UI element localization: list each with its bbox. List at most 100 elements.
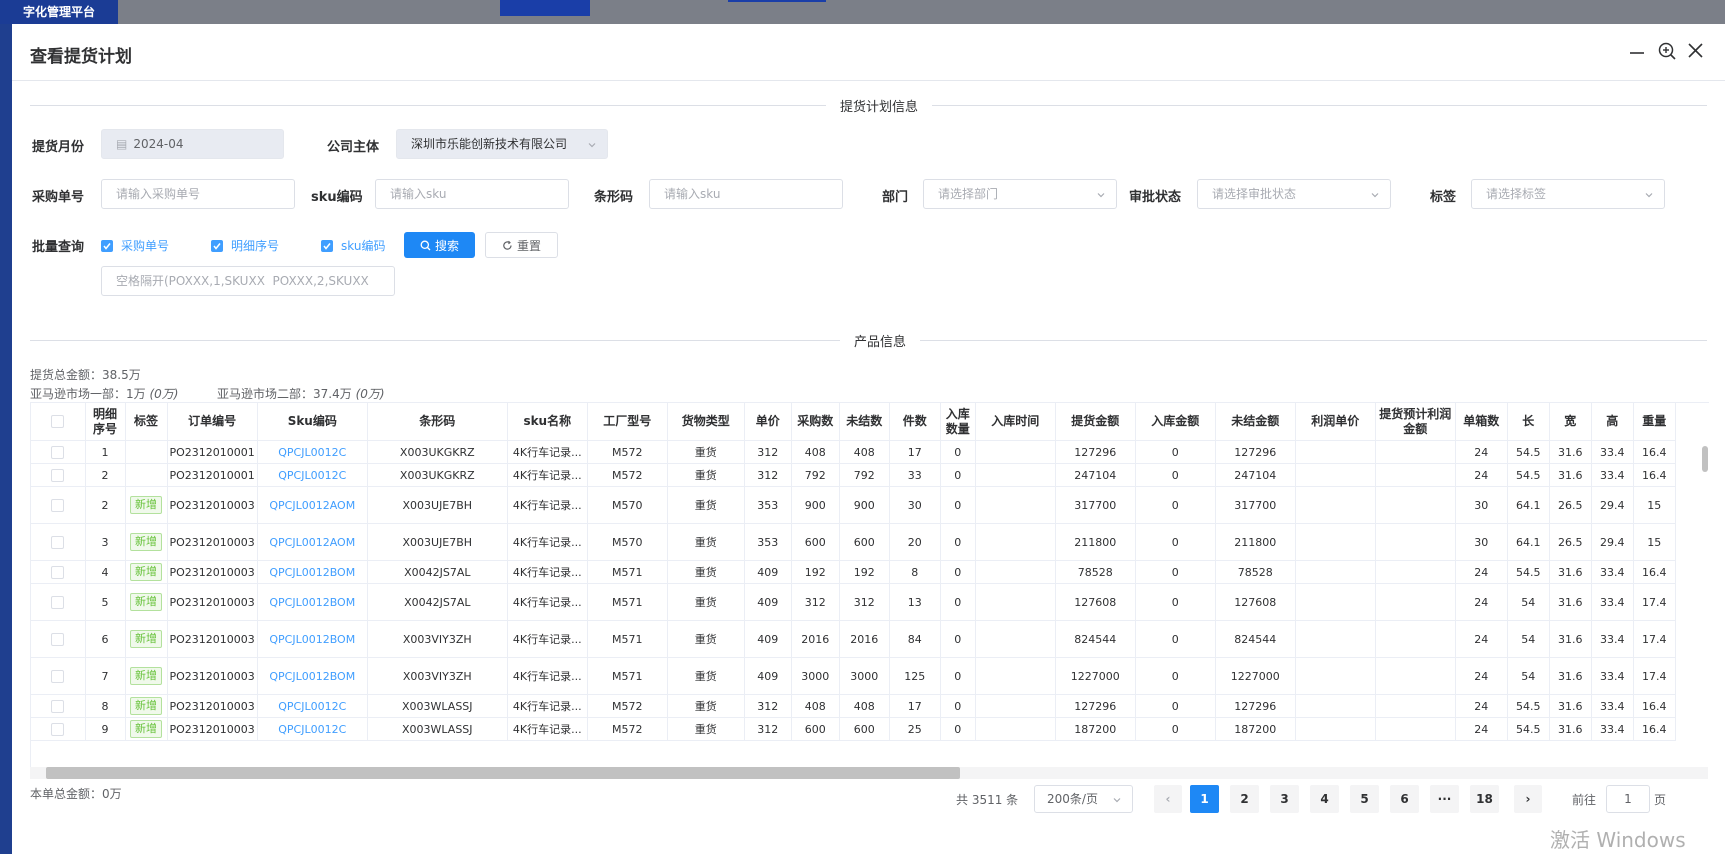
barcode-label: 条形码 xyxy=(594,190,634,205)
row-checkbox[interactable] xyxy=(31,694,86,718)
scrollbar-thumb[interactable] xyxy=(46,767,960,779)
sku-link[interactable]: QPCJL0012AOM xyxy=(257,486,368,524)
checkbox-sku[interactable]: sku编码 xyxy=(321,237,385,254)
table-row[interactable]: 4 新增 PO2312010003 QPCJL0012BOM X0042JS7AL 4K行… xyxy=(31,560,1676,584)
checkbox-icon[interactable] xyxy=(51,595,65,609)
checkbox-icon[interactable] xyxy=(51,445,65,459)
checkbox-icon[interactable] xyxy=(51,468,65,482)
search-button-label: 搜索 xyxy=(434,238,459,253)
column-header: 重量 xyxy=(1633,403,1676,441)
po-input[interactable] xyxy=(101,179,295,209)
sku-input-field[interactable] xyxy=(390,187,568,201)
table-cell: 0 xyxy=(940,694,976,718)
checkbox-checked-icon xyxy=(321,239,333,252)
sku-link[interactable]: QPCJL0012BOM xyxy=(257,620,368,658)
column-header: Sku编码 xyxy=(257,403,368,441)
table-row[interactable]: 8 新增 PO2312010003 QPCJL0012C X003WLASSJ 4K行车记… xyxy=(31,694,1676,718)
row-checkbox[interactable] xyxy=(31,620,86,658)
reset-button[interactable]: 重置 xyxy=(485,232,558,258)
dept-select[interactable]: 请选择部门 xyxy=(923,179,1117,209)
sku-link[interactable]: QPCJL0012C xyxy=(257,694,368,718)
checkbox-icon[interactable] xyxy=(51,498,65,512)
select-all-checkbox[interactable] xyxy=(31,403,86,441)
checkbox-icon[interactable] xyxy=(51,722,65,736)
table-row[interactable]: 2 PO2312010001 QPCJL0012C X003UKGKRZ 4K行车记录.… xyxy=(31,463,1676,487)
table-cell: 312 xyxy=(744,717,792,741)
page-button[interactable]: 3 xyxy=(1270,785,1299,813)
row-checkbox[interactable] xyxy=(31,560,86,584)
checkbox-icon[interactable] xyxy=(51,632,65,646)
approval-select[interactable]: 请选择审批状态 xyxy=(1197,179,1391,209)
table-cell: 84 xyxy=(889,620,941,658)
minimize-icon[interactable] xyxy=(1626,40,1648,62)
close-icon[interactable] xyxy=(1685,40,1707,62)
tag-select[interactable]: 请选择标签 xyxy=(1471,179,1665,209)
barcode-input[interactable] xyxy=(649,179,843,209)
table-cell: 312 xyxy=(839,583,890,621)
page-size-select[interactable]: 200条/页 xyxy=(1034,785,1133,813)
batch-input-field[interactable] xyxy=(116,274,394,288)
checkbox-icon[interactable] xyxy=(51,415,65,428)
row-checkbox[interactable] xyxy=(31,717,86,741)
row-checkbox[interactable] xyxy=(31,440,86,464)
checkbox-po[interactable]: 采购单号 xyxy=(101,237,169,254)
table-row[interactable]: 2 新增 PO2312010003 QPCJL0012AOM X003UJE7BH 4K行… xyxy=(31,486,1676,524)
sku-input[interactable] xyxy=(375,179,569,209)
sku-link[interactable]: QPCJL0012C xyxy=(257,463,368,487)
sku-link[interactable]: QPCJL0012BOM xyxy=(257,583,368,621)
table-cell: 408 xyxy=(839,694,890,718)
table-cell: M572 xyxy=(587,463,668,487)
table-cell: 1227000 xyxy=(1215,657,1296,695)
search-button[interactable]: 搜索 xyxy=(404,232,475,258)
batch-input[interactable] xyxy=(101,266,395,296)
sku-link[interactable]: QPCJL0012C xyxy=(257,440,368,464)
table-row[interactable]: 5 新增 PO2312010003 QPCJL0012BOM X0042JS7AL 4K行… xyxy=(31,583,1676,621)
po-input-field[interactable] xyxy=(116,187,294,201)
page-button[interactable]: 4 xyxy=(1310,785,1339,813)
checkbox-icon[interactable] xyxy=(51,535,65,549)
row-checkbox[interactable] xyxy=(31,486,86,524)
table-cell: 4K行车记录... xyxy=(507,620,588,658)
table-cell: 78528 xyxy=(1055,560,1136,584)
checkbox-icon[interactable] xyxy=(51,669,65,683)
table-cell: 重货 xyxy=(667,657,745,695)
table-cell: 54.5 xyxy=(1507,560,1550,584)
goto-page-input[interactable]: 1 xyxy=(1606,785,1650,813)
table-cell: M570 xyxy=(587,486,668,524)
sku-link[interactable]: QPCJL0012BOM xyxy=(257,560,368,584)
row-checkbox[interactable] xyxy=(31,523,86,561)
table-cell: 24 xyxy=(1455,440,1508,464)
table-row[interactable]: 7 新增 PO2312010003 QPCJL0012BOM X003VIY3ZH 4K行… xyxy=(31,657,1676,695)
page-button[interactable]: 2 xyxy=(1230,785,1259,813)
page-button[interactable]: 6 xyxy=(1390,785,1419,813)
sku-link[interactable]: QPCJL0012C xyxy=(257,717,368,741)
table-cell: 4K行车记录... xyxy=(507,440,588,464)
table-cell: 0 xyxy=(1135,657,1216,695)
table-vertical-scrollbar[interactable] xyxy=(1702,446,1708,472)
table-row[interactable]: 6 新增 PO2312010003 QPCJL0012BOM X003VIY3ZH 4K行… xyxy=(31,620,1676,658)
checkbox-detail[interactable]: 明细序号 xyxy=(211,237,279,254)
next-page-button[interactable]: › xyxy=(1514,785,1542,813)
table-cell: 247104 xyxy=(1055,463,1136,487)
table-cell: 33 xyxy=(889,463,941,487)
table-row[interactable]: 9 新增 PO2312010003 QPCJL0012C X003WLASSJ 4K行车记… xyxy=(31,717,1676,741)
table-cell: 600 xyxy=(791,717,840,741)
page-button[interactable]: 5 xyxy=(1350,785,1379,813)
row-checkbox[interactable] xyxy=(31,463,86,487)
sku-link[interactable]: QPCJL0012AOM xyxy=(257,523,368,561)
sku-link[interactable]: QPCJL0012BOM xyxy=(257,657,368,695)
checkbox-icon[interactable] xyxy=(51,565,65,579)
table-cell: 30 xyxy=(889,486,941,524)
table-horizontal-scrollbar[interactable] xyxy=(30,767,1708,779)
checkbox-icon[interactable] xyxy=(51,699,65,713)
page-button[interactable]: 18 xyxy=(1470,785,1499,813)
row-checkbox[interactable] xyxy=(31,583,86,621)
prev-page-button[interactable]: ‹ xyxy=(1154,785,1182,813)
barcode-input-field[interactable] xyxy=(664,187,842,201)
zoom-in-icon[interactable] xyxy=(1656,40,1678,62)
table-row[interactable]: 3 新增 PO2312010003 QPCJL0012AOM X003UJE7BH 4K行… xyxy=(31,523,1676,561)
row-checkbox[interactable] xyxy=(31,657,86,695)
table-row[interactable]: 1 PO2312010001 QPCJL0012C X003UKGKRZ 4K行车记录.… xyxy=(31,440,1676,464)
more-pages-button[interactable]: ··· xyxy=(1430,785,1459,813)
page-button[interactable]: 1 xyxy=(1190,785,1219,813)
